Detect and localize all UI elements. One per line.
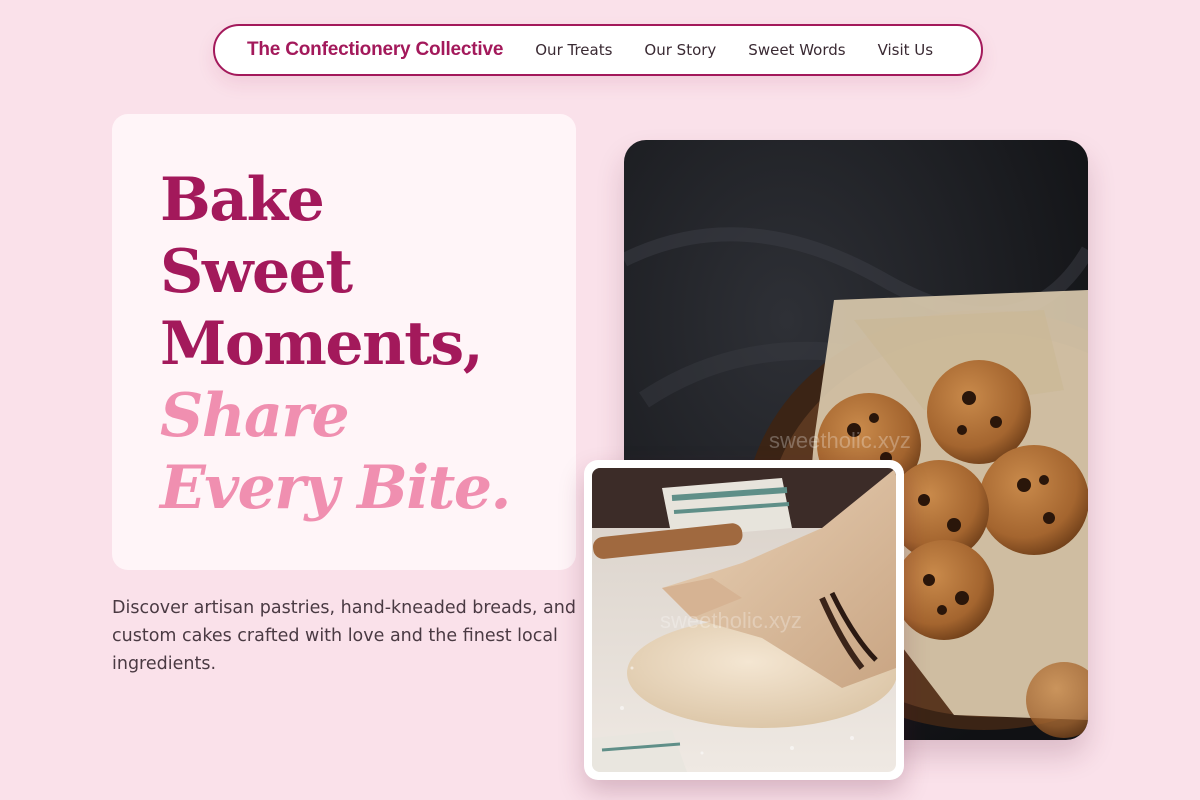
top-navigation: The Confectionery Collective Our Treats … [213, 24, 983, 76]
headline-line-3: Moments, [160, 309, 484, 379]
headline-accent-line-2: Every Bite. [160, 453, 511, 523]
dough-photo-frame: sweetholic.xyz [584, 460, 904, 780]
nav-link-visit-us[interactable]: Visit Us [878, 41, 934, 59]
headline-line-1: Bake [160, 165, 325, 235]
hero-description: Discover artisan pastries, hand-kneaded … [112, 598, 576, 674]
nav-link-our-story[interactable]: Our Story [644, 41, 716, 59]
dough-watermark: sweetholic.xyz [660, 608, 802, 633]
cookies-watermark: sweetholic.xyz [769, 428, 911, 453]
brand-logo-link[interactable]: The Confectionery Collective [247, 39, 503, 61]
hero-card: Bake Sweet Moments, Share Every Bite. [112, 114, 576, 570]
headline-line-2: Sweet [160, 237, 353, 307]
nav-link-our-treats[interactable]: Our Treats [535, 41, 612, 59]
page: The Confectionery Collective Our Treats … [0, 0, 1200, 800]
nav-link-sweet-words[interactable]: Sweet Words [748, 41, 845, 59]
dough-photo: sweetholic.xyz [592, 468, 896, 772]
nav-links: Our Treats Our Story Sweet Words Visit U… [535, 41, 933, 59]
hero-headline: Bake Sweet Moments, Share Every Bite. [160, 164, 576, 524]
headline-accent-line-1: Share [160, 381, 350, 451]
